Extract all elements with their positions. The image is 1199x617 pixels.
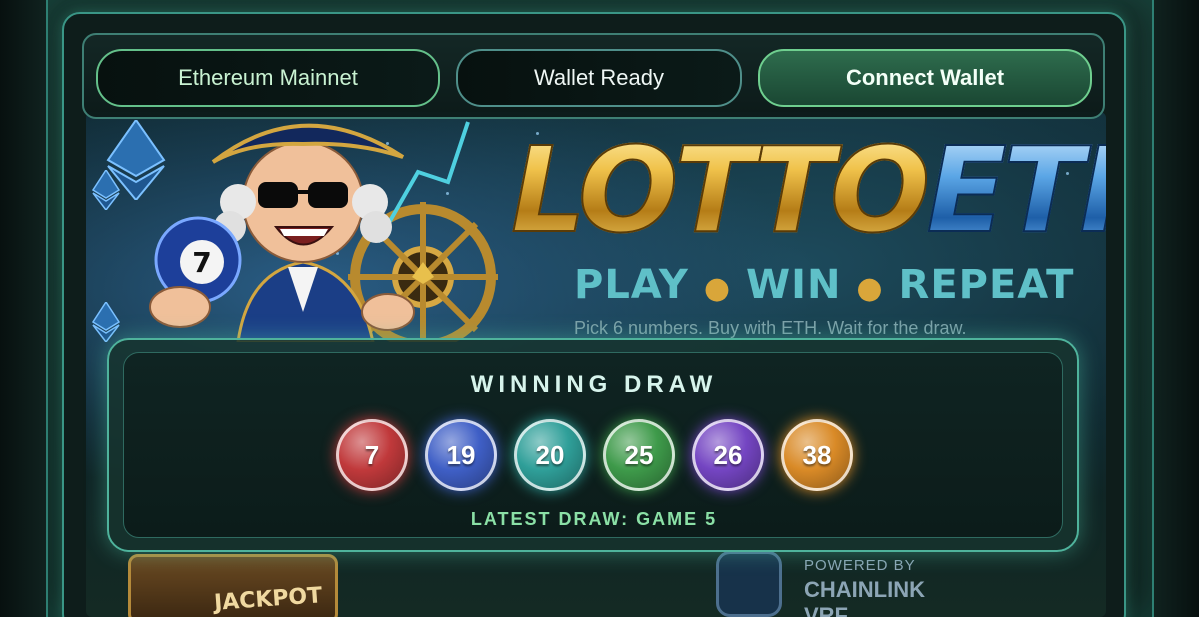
eth-diamond-icon (92, 302, 120, 342)
wallet-status-badge: Wallet Ready (456, 49, 742, 107)
latest-draw-label: LATEST DRAW: GAME 5 (470, 509, 718, 529)
logo-lotto-text: LOTTO (510, 120, 931, 260)
winning-draw-card: WINNING DRAW 7 19 20 25 26 38 LATEST DRAW: GA… (107, 338, 1079, 552)
number-ball: 7 (336, 419, 408, 491)
winning-numbers: 7 19 20 25 26 38 (336, 419, 856, 495)
connect-wallet-button[interactable]: Connect Wallet (758, 49, 1092, 107)
winning-draw-panel: WINNING DRAW 7 19 20 25 26 38 LATEST DRAW: GA… (123, 352, 1063, 538)
right-edge (1154, 0, 1199, 617)
number-ball: 20 (514, 419, 586, 491)
lottoeth-logo: LOTTOETH (510, 120, 1106, 260)
mascot-ball-number: 7 (192, 246, 211, 279)
number-ball: 38 (781, 419, 853, 491)
logo-eth-text: ETH (925, 120, 1106, 260)
number-ball: 25 (603, 419, 675, 491)
dot-separator: ● (856, 271, 884, 306)
number-ball: 26 (692, 419, 764, 491)
chainlink-icon (716, 551, 782, 617)
eth-diamond-icon (92, 170, 120, 210)
dot-separator: ● (703, 271, 732, 306)
powered-by-badge: POWERED BY CHAINLINK VRF (716, 545, 936, 617)
tagline-word: PLAY (574, 262, 689, 308)
tagline-word: REPEAT (898, 262, 1075, 308)
powered-by-label: POWERED BY (804, 557, 916, 574)
bottom-decor: JACKPOT (86, 542, 1106, 617)
tagline: PLAY ● WIN ● REPEAT (574, 262, 1073, 308)
pirate-mascot-illustration: 7 (149, 121, 498, 342)
winning-draw-title: WINNING DRAW (470, 371, 718, 398)
powered-by-name: CHAINLINK VRF (804, 577, 925, 617)
number-ball: 19 (425, 419, 497, 491)
network-selector-button[interactable]: Ethereum Mainnet (96, 49, 440, 107)
left-edge (0, 0, 46, 617)
hero-subline: Pick 6 numbers. Buy with ETH. Wait for t… (574, 318, 967, 338)
header-bar: Ethereum Mainnet Wallet Ready Connect Wa… (82, 33, 1105, 119)
tagline-word: WIN (745, 262, 842, 308)
